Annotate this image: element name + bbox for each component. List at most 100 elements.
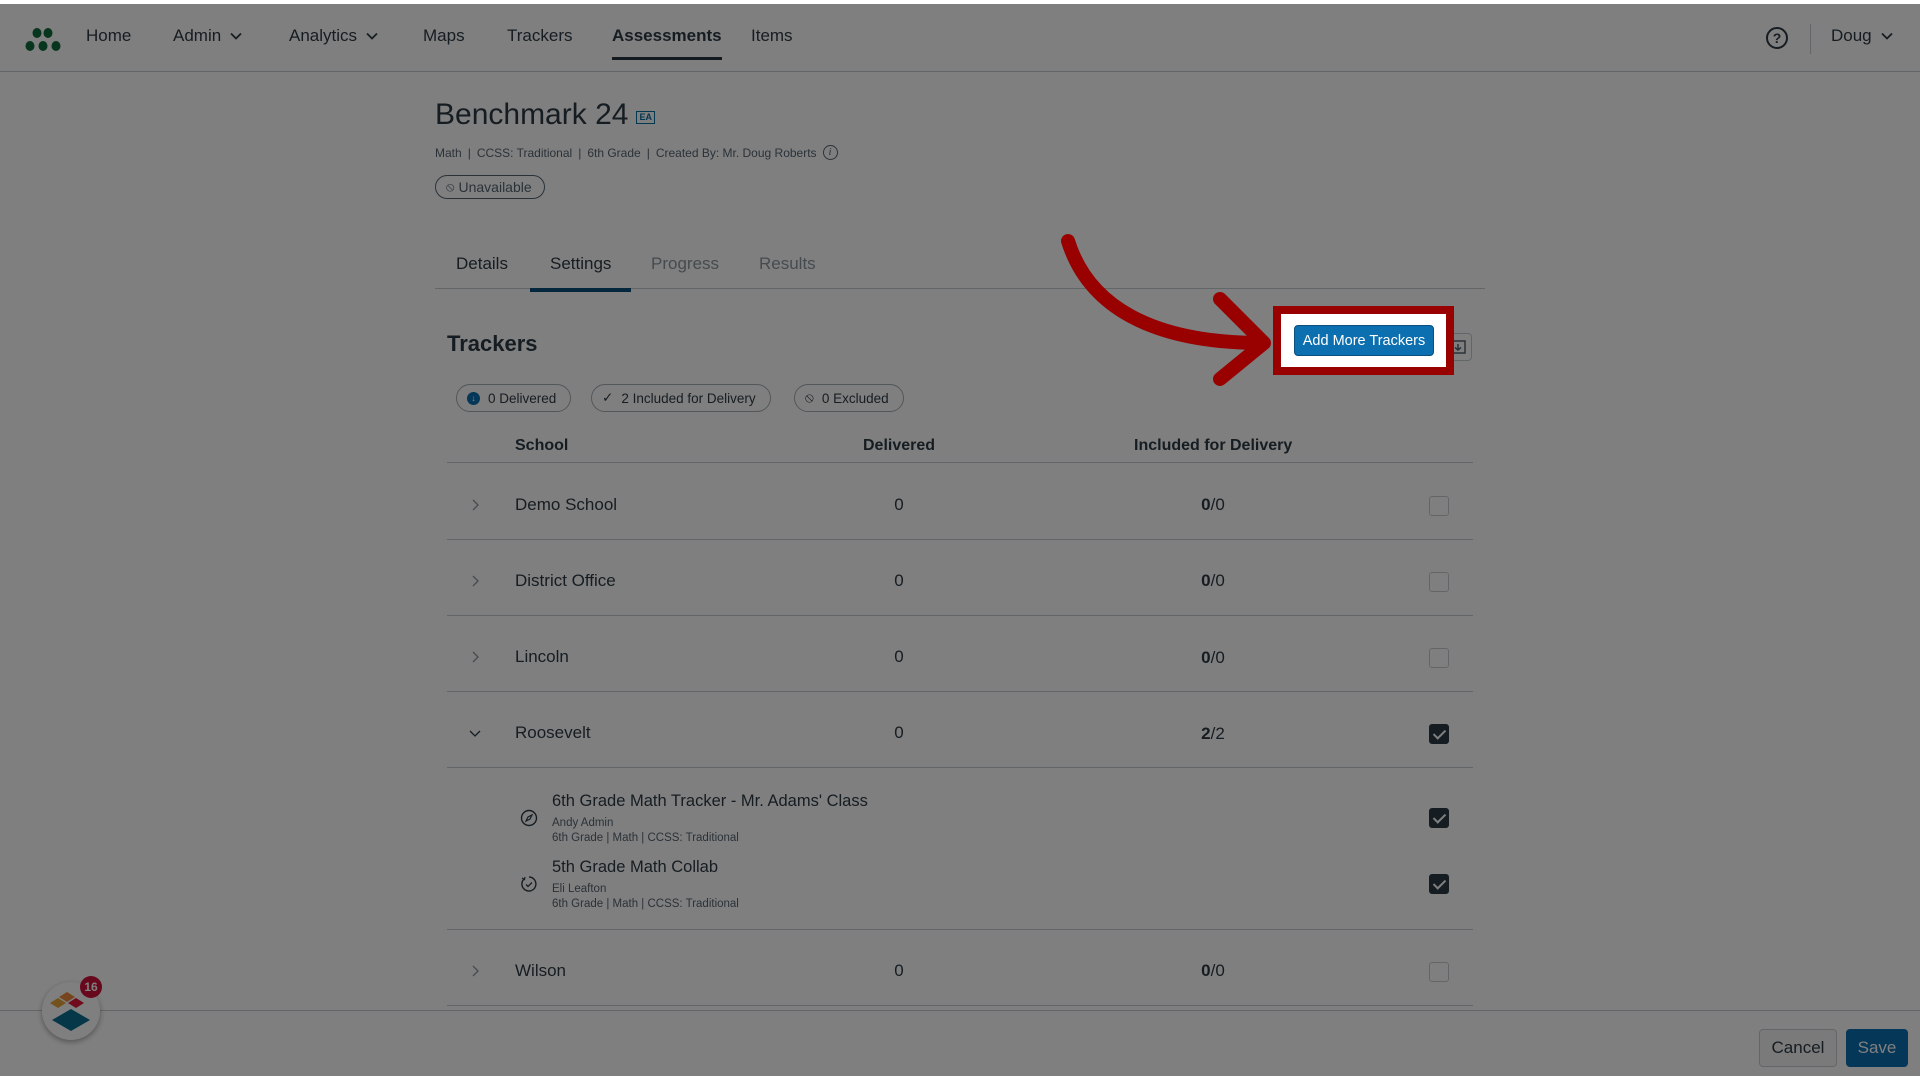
included-count: 2/2 — [1201, 724, 1225, 743]
nav-analytics[interactable]: Analytics — [289, 26, 379, 46]
row-checkbox[interactable] — [1429, 572, 1449, 592]
nav-assessments[interactable]: Assessments — [612, 26, 722, 60]
nav-assessments-label: Assessments — [612, 26, 722, 45]
chevron-down-icon — [366, 32, 378, 40]
refresh-check-icon — [521, 876, 537, 892]
tab-bar: Details Settings Progress Results — [435, 242, 1485, 292]
app: Home Admin Analytics Maps Trackers Asses… — [0, 4, 1920, 1076]
brand-logo-icon[interactable] — [24, 26, 64, 54]
chevron-down-icon — [230, 32, 242, 40]
status-label: Unavailable — [458, 179, 532, 195]
meta-grade: 6th Grade — [587, 145, 641, 160]
screen-bottom-edge — [0, 1076, 1920, 1080]
footer-bar: Cancel Save — [0, 1010, 1920, 1076]
meta-subject: Math — [435, 145, 462, 160]
school-name: Roosevelt — [515, 723, 591, 742]
filter-excluded-label: 0 Excluded — [821, 390, 889, 406]
tab-details[interactable]: Details — [456, 254, 508, 274]
page-title: Benchmark 24 EA — [435, 98, 655, 132]
ea-badge: EA — [636, 110, 655, 124]
delivered-count: 0 — [894, 647, 904, 666]
row-checkbox[interactable] — [1429, 496, 1449, 516]
divider — [447, 462, 1473, 463]
save-button[interactable]: Save — [1846, 1029, 1908, 1067]
notification-badge: 16 — [80, 976, 102, 998]
tab-settings[interactable]: Settings — [529, 254, 633, 292]
assessment-title: Benchmark 24 — [435, 98, 629, 131]
tracker-meta: 6th Grade | Math | CCSS: Traditional — [552, 898, 739, 910]
divider — [447, 1005, 1473, 1006]
compass-icon — [520, 809, 538, 827]
tracker-owner: Andy Admin — [552, 817, 614, 829]
nav-admin[interactable]: Admin — [173, 26, 243, 46]
column-header-included[interactable]: Included for Delivery — [1134, 437, 1292, 455]
row-checkbox[interactable] — [1429, 724, 1449, 744]
meta-separator: | — [646, 145, 650, 160]
meta-created-by: Created By: Mr. Doug Roberts — [655, 145, 817, 160]
filter-delivered-label: 0 Delivered — [488, 390, 557, 406]
column-header-school[interactable]: School — [515, 437, 568, 455]
chevron-right-icon[interactable] — [468, 498, 482, 512]
tracker-checkbox[interactable] — [1429, 874, 1449, 894]
chevron-right-icon[interactable] — [468, 574, 482, 588]
meta-standard: CCSS: Traditional — [476, 145, 573, 160]
filter-included[interactable]: ✓ 2 Included for Delivery — [591, 384, 771, 412]
nav-maps[interactable]: Maps — [423, 26, 465, 46]
included-count: 0/0 — [1201, 648, 1225, 667]
school-name: Demo School — [515, 495, 618, 514]
school-name: Wilson — [515, 961, 567, 980]
school-name: District Office — [515, 571, 616, 590]
row-checkbox[interactable] — [1429, 648, 1449, 668]
filter-delivered[interactable]: ↓ 0 Delivered — [456, 384, 572, 412]
top-nav: Home Admin Analytics Maps Trackers Asses… — [0, 4, 1920, 72]
delivered-count: 0 — [894, 723, 904, 742]
help-icon[interactable]: ? — [1766, 27, 1788, 49]
chevron-right-icon[interactable] — [468, 650, 482, 664]
delivered-count: 0 — [894, 495, 904, 514]
divider — [447, 539, 1473, 540]
nav-admin-label: Admin — [173, 26, 222, 45]
chevron-down-icon[interactable] — [468, 726, 482, 740]
nav-home[interactable]: Home — [86, 26, 131, 46]
nav-items-label: Items — [751, 26, 793, 45]
tracker-name[interactable]: 5th Grade Math Collab — [552, 858, 718, 877]
tracker-owner: Eli Leafton — [552, 883, 607, 895]
divider — [447, 691, 1473, 692]
check-icon: ✓ — [602, 390, 614, 405]
divider — [447, 615, 1473, 616]
ban-icon: ⦸ — [446, 179, 455, 194]
status-badge: ⦸ Unavailable — [435, 175, 545, 199]
user-menu[interactable]: Doug — [1831, 26, 1894, 46]
tab-progress[interactable]: Progress — [651, 254, 719, 274]
column-header-delivered[interactable]: Delivered — [863, 437, 935, 455]
user-name: Doug — [1831, 26, 1872, 45]
meta-separator: | — [578, 145, 582, 160]
info-icon[interactable]: i — [822, 145, 838, 160]
nav-trackers[interactable]: Trackers — [507, 26, 573, 46]
tab-results[interactable]: Results — [759, 254, 816, 274]
nav-analytics-label: Analytics — [289, 26, 358, 45]
cancel-button[interactable]: Cancel — [1759, 1029, 1837, 1067]
included-count: 0/0 — [1201, 961, 1225, 980]
included-count: 0/0 — [1201, 495, 1225, 514]
tracker-name[interactable]: 6th Grade Math Tracker - Mr. Adams' Clas… — [552, 792, 868, 811]
assessment-meta: Math | CCSS: Traditional | 6th Grade | C… — [435, 145, 838, 160]
meta-separator: | — [467, 145, 471, 160]
nav-trackers-label: Trackers — [507, 26, 573, 45]
filter-included-label: 2 Included for Delivery — [621, 390, 756, 406]
add-more-trackers-button[interactable]: Add More Trackers — [1294, 325, 1434, 356]
school-name: Lincoln — [515, 647, 569, 666]
chevron-right-icon[interactable] — [468, 964, 482, 978]
nav-items[interactable]: Items — [751, 26, 793, 46]
download-circle-icon: ↓ — [467, 391, 480, 405]
row-checkbox[interactable] — [1429, 962, 1449, 982]
tracker-checkbox[interactable] — [1429, 808, 1449, 828]
nav-maps-label: Maps — [423, 26, 465, 45]
filter-excluded[interactable]: ⦸ 0 Excluded — [794, 384, 904, 412]
nav-divider — [1810, 24, 1811, 54]
divider — [447, 767, 1473, 768]
ban-icon: ⦸ — [805, 390, 814, 405]
chevron-down-icon — [1881, 32, 1893, 40]
included-count: 0/0 — [1201, 571, 1225, 590]
nav-home-label: Home — [86, 26, 132, 45]
